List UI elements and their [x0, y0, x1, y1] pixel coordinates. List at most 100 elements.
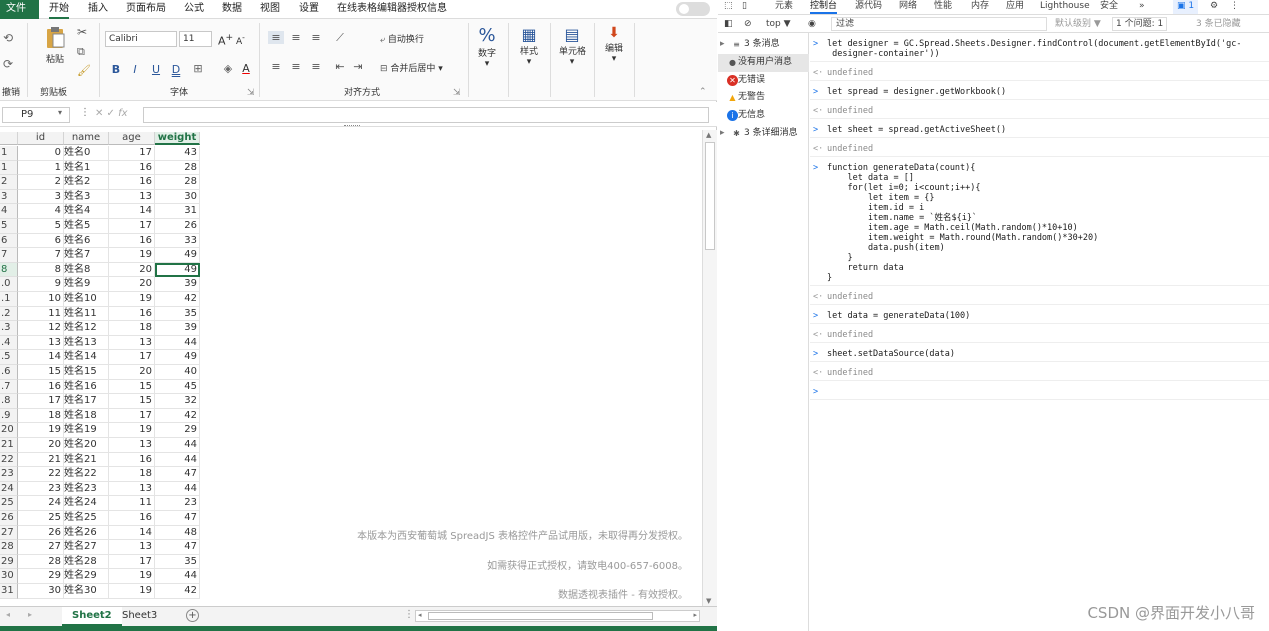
- underline-button[interactable]: U: [148, 63, 164, 76]
- devtools-tab-lighthouse[interactable]: Lighthouse: [1040, 0, 1090, 14]
- collapse-ribbon-icon[interactable]: ⌃: [699, 87, 707, 97]
- increase-indent-icon[interactable]: ⇥: [350, 60, 366, 73]
- row-header[interactable]: 3: [0, 189, 18, 205]
- console-sidebar-item[interactable]: i 无信息: [718, 107, 809, 125]
- align-center-icon[interactable]: ≡: [288, 60, 304, 73]
- row-header[interactable]: 27: [0, 525, 18, 541]
- cell-name[interactable]: 姓名14: [64, 350, 109, 365]
- cell-weight[interactable]: 23: [155, 496, 200, 511]
- tab-data[interactable]: 数据: [222, 0, 242, 19]
- cell-id[interactable]: 6: [18, 233, 64, 249]
- undo-icon[interactable]: ⟲: [3, 31, 13, 45]
- cell-name[interactable]: 姓名9: [64, 277, 109, 292]
- cell-name[interactable]: 姓名30: [64, 584, 109, 599]
- cell-weight[interactable]: 26: [155, 219, 200, 234]
- cell-age[interactable]: 13: [109, 438, 155, 453]
- tab-insert[interactable]: 插入: [88, 0, 108, 19]
- cell-id[interactable]: 10: [18, 292, 64, 307]
- cell-name[interactable]: 姓名17: [64, 394, 109, 409]
- cell-weight[interactable]: 49: [155, 350, 200, 365]
- console-text[interactable]: let sheet = spread.getActiveSheet(): [827, 125, 1006, 135]
- cell-name[interactable]: 姓名1: [64, 160, 109, 176]
- increase-font-icon[interactable]: A+: [218, 32, 233, 48]
- cell-id[interactable]: 13: [18, 335, 64, 351]
- cell-name[interactable]: 姓名5: [64, 219, 109, 234]
- tab-settings[interactable]: 设置: [299, 0, 319, 19]
- wrap-text-button[interactable]: ⤶ 自动换行: [380, 32, 424, 45]
- cell-weight[interactable]: 45: [155, 379, 200, 395]
- more-icon[interactable]: ⋮: [80, 107, 90, 118]
- tab-file[interactable]: 文件: [0, 0, 39, 19]
- row-header[interactable]: 30: [0, 569, 18, 584]
- cell-age[interactable]: 16: [109, 511, 155, 526]
- cell-weight[interactable]: 44: [155, 569, 200, 584]
- device-toggle-icon[interactable]: ▯: [742, 0, 747, 14]
- cell-name[interactable]: 姓名8: [64, 262, 109, 278]
- fx-icon[interactable]: fx: [118, 108, 127, 119]
- cell-weight[interactable]: 40: [155, 365, 200, 380]
- add-sheet-button[interactable]: +: [186, 609, 199, 622]
- console-sidebar-item[interactable]: ✕ 无错误: [718, 72, 809, 90]
- style-button[interactable]: ▦ 样式 ▾: [518, 25, 540, 67]
- cell-age[interactable]: 19: [109, 292, 155, 307]
- cell-weight[interactable]: 47: [155, 511, 200, 526]
- cell-weight[interactable]: 42: [155, 584, 200, 599]
- issues-counter[interactable]: 1 个问题: 1: [1112, 17, 1168, 31]
- cell-weight[interactable]: 39: [155, 277, 200, 292]
- cell-name[interactable]: 姓名28: [64, 554, 109, 570]
- cell-name[interactable]: 姓名21: [64, 452, 109, 468]
- cell-age[interactable]: 17: [109, 554, 155, 570]
- align-dialog-launcher-icon[interactable]: ⇲: [453, 88, 461, 98]
- row-header[interactable]: 31: [0, 584, 18, 599]
- cell-age[interactable]: 20: [109, 277, 155, 292]
- cell-age[interactable]: 13: [109, 189, 155, 205]
- row-header[interactable]: 8: [0, 262, 18, 278]
- align-right-icon[interactable]: ≡: [308, 60, 324, 73]
- scroll-up-icon[interactable]: ▲: [706, 131, 711, 139]
- cell-name[interactable]: 姓名3: [64, 189, 109, 205]
- issues-badge[interactable]: ▣ 1: [1173, 0, 1199, 14]
- cell-age[interactable]: 19: [109, 584, 155, 599]
- cell-id[interactable]: 3: [18, 189, 64, 205]
- cell-id[interactable]: 5: [18, 219, 64, 234]
- vertical-scroll-thumb[interactable]: [705, 142, 715, 250]
- cell-name[interactable]: 姓名26: [64, 525, 109, 541]
- log-level-select[interactable]: 默认级别 ▼: [1055, 18, 1101, 32]
- cell-id[interactable]: 29: [18, 569, 64, 584]
- row-header[interactable]: .9: [0, 408, 18, 424]
- row-header[interactable]: 4: [0, 204, 18, 219]
- row-header[interactable]: 29: [0, 554, 18, 570]
- cell-name[interactable]: 姓名29: [64, 569, 109, 584]
- merge-center-button[interactable]: ⊟ 合并后居中 ▾: [380, 61, 443, 74]
- cell-id[interactable]: 23: [18, 481, 64, 497]
- cell-age[interactable]: 18: [109, 321, 155, 336]
- align-top-icon[interactable]: ≡: [268, 31, 284, 44]
- cell-age[interactable]: 15: [109, 394, 155, 409]
- cell-name[interactable]: 姓名25: [64, 511, 109, 526]
- cell-name[interactable]: 姓名11: [64, 306, 109, 322]
- cell-weight[interactable]: 44: [155, 438, 200, 453]
- cell-name[interactable]: 姓名27: [64, 540, 109, 555]
- cell-id[interactable]: 15: [18, 365, 64, 380]
- cell-id[interactable]: 26: [18, 525, 64, 541]
- cell-weight[interactable]: 35: [155, 306, 200, 322]
- column-header-age[interactable]: age: [109, 132, 155, 145]
- align-middle-icon[interactable]: ≡: [288, 31, 304, 44]
- tab-splitter[interactable]: ⋮: [404, 609, 414, 620]
- vertical-scrollbar[interactable]: ▲ ▼: [702, 130, 717, 606]
- console-text[interactable]: let designer = GC.Spread.Sheets.Designer…: [827, 39, 1242, 59]
- console-sidebar-item[interactable]: ● 没有用户消息: [718, 53, 809, 72]
- double-underline-button[interactable]: D: [168, 63, 184, 76]
- font-dialog-launcher-icon[interactable]: ⇲: [247, 88, 255, 98]
- cell-id[interactable]: 8: [18, 262, 64, 278]
- orientation-icon[interactable]: ⟋: [332, 31, 348, 45]
- select-all-corner[interactable]: [0, 132, 18, 145]
- cell-age[interactable]: 19: [109, 248, 155, 263]
- cell-name[interactable]: 姓名6: [64, 233, 109, 249]
- cell-weight[interactable]: 48: [155, 525, 200, 541]
- row-header[interactable]: 23: [0, 467, 18, 482]
- cell-id[interactable]: 7: [18, 248, 64, 263]
- cell-name[interactable]: 姓名0: [64, 146, 109, 161]
- cell-weight[interactable]: 33: [155, 233, 200, 249]
- row-header[interactable]: 6: [0, 233, 18, 249]
